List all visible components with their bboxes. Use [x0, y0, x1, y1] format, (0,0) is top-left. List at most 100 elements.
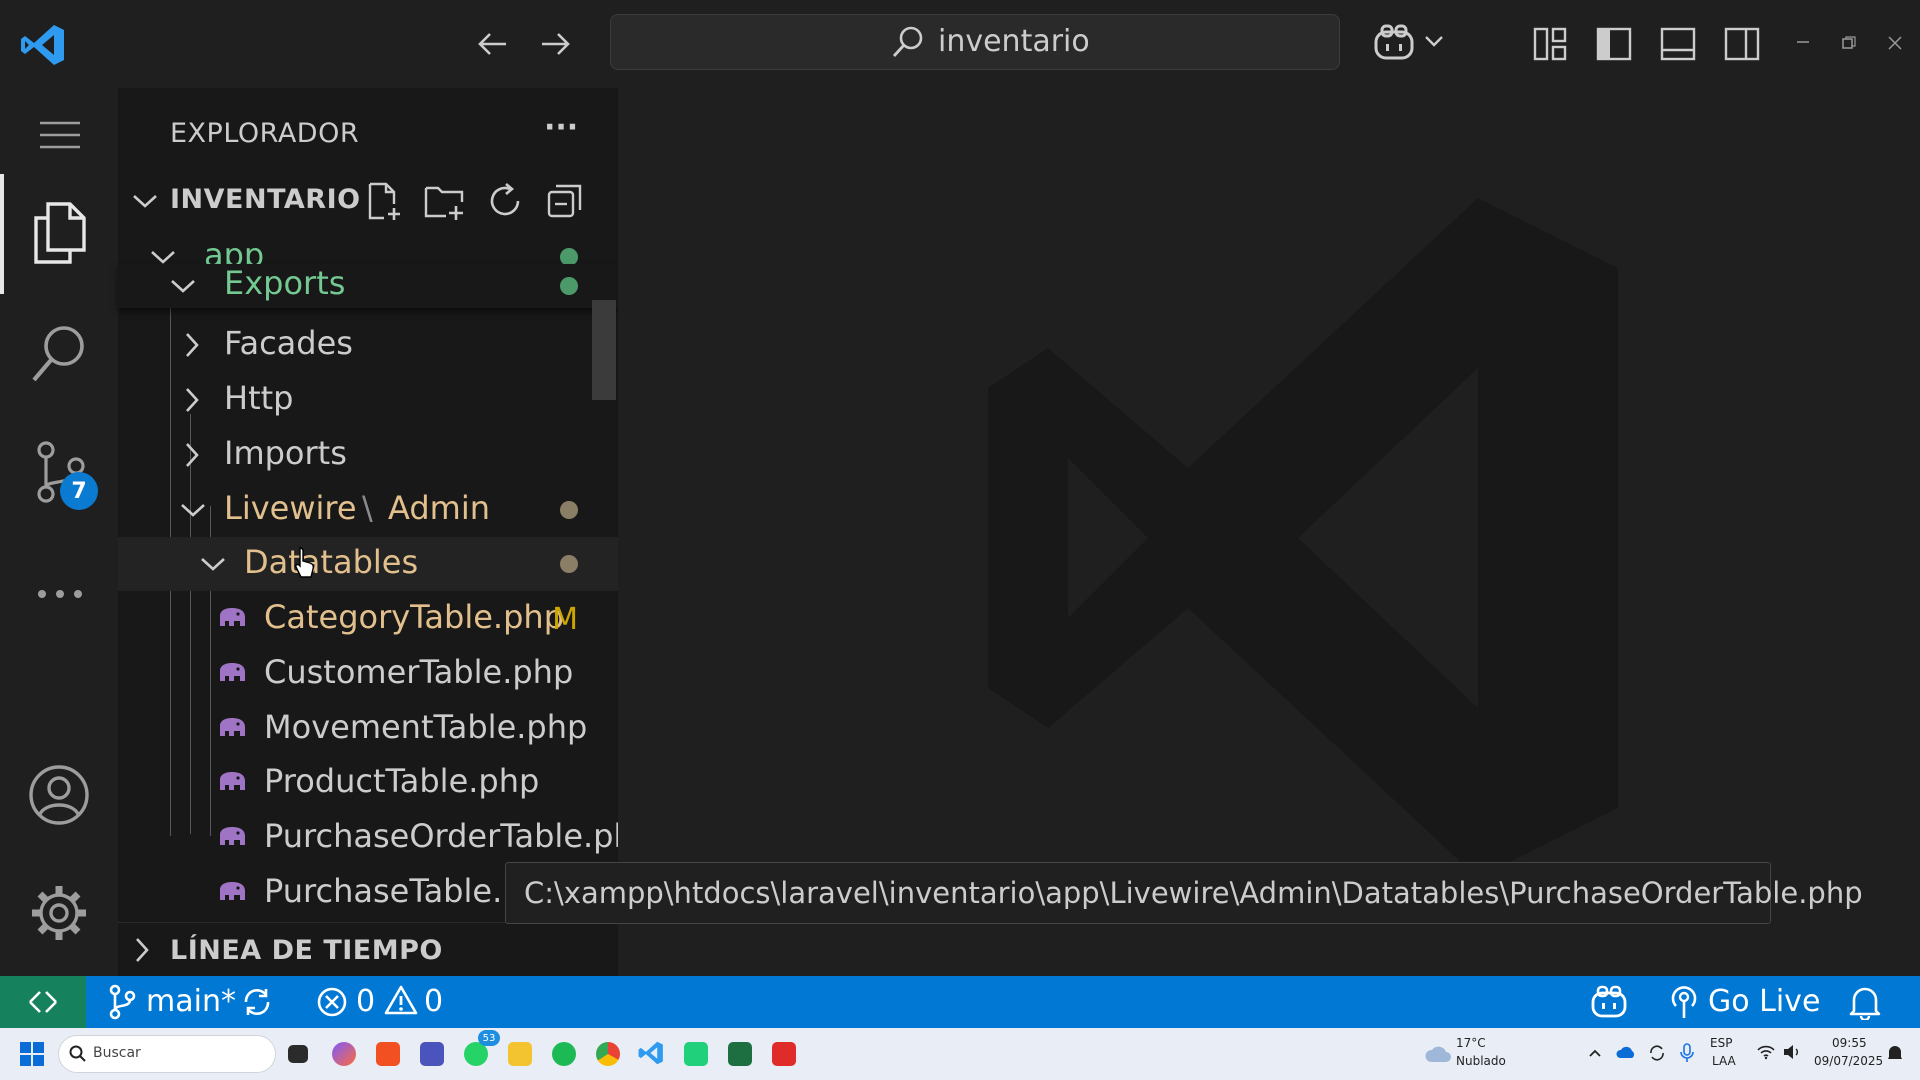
- spotify-icon[interactable]: [552, 1042, 576, 1066]
- sync-tray-icon[interactable]: [1648, 1044, 1666, 1062]
- weather-cloud-icon: [1424, 1044, 1452, 1064]
- broadcast-icon: [1668, 984, 1700, 1020]
- camtasia-icon[interactable]: [684, 1042, 708, 1066]
- toggle-secondary-sidebar-icon[interactable]: [1724, 26, 1760, 62]
- git-status-dot: [560, 555, 578, 573]
- chevron-right-icon: [184, 442, 200, 468]
- error-count[interactable]: 0: [356, 984, 375, 1019]
- chevron-up-icon[interactable]: [1588, 1048, 1602, 1058]
- status-bar: main* 0 0 Go Live: [0, 976, 1920, 1028]
- tree-file-row[interactable]: MovementTable.php: [118, 702, 618, 756]
- tree-folder-livewire-admin[interactable]: Livewire \ Admin: [118, 483, 618, 537]
- git-status-dot: [560, 277, 578, 295]
- toggle-panel-icon[interactable]: [1660, 26, 1696, 62]
- taskbar-search-placeholder: Buscar: [93, 1045, 141, 1061]
- taskbar-search-box[interactable]: Buscar: [58, 1035, 276, 1073]
- back-arrow-icon[interactable]: [474, 26, 510, 62]
- settings-gear-icon[interactable]: [28, 882, 90, 944]
- collapse-all-icon[interactable]: [546, 182, 584, 220]
- sync-icon[interactable]: [240, 986, 274, 1018]
- remote-indicator[interactable]: [0, 976, 86, 1028]
- vscode-logo-icon: [20, 22, 66, 68]
- new-file-icon[interactable]: [366, 182, 404, 222]
- php-elephant-icon: [216, 770, 248, 794]
- notification-center-icon[interactable]: [1886, 1044, 1904, 1062]
- chevron-right-icon: [134, 937, 150, 963]
- file-name: MovementTable.php: [264, 708, 588, 746]
- tree-file-row[interactable]: CustomerTable.php: [118, 647, 618, 701]
- tree-label: Facades: [224, 324, 353, 362]
- excel-icon[interactable]: [728, 1042, 752, 1066]
- forward-arrow-icon[interactable]: [538, 26, 574, 62]
- onedrive-icon[interactable]: [1616, 1044, 1636, 1060]
- tree-file-row[interactable]: ProductTable.php: [118, 756, 618, 810]
- php-elephant-icon: [216, 880, 248, 904]
- git-modified-badge: M: [552, 602, 578, 637]
- clock-time[interactable]: 09:55: [1832, 1036, 1867, 1050]
- editor-area: [618, 88, 1920, 976]
- tree-folder-datatables[interactable]: Datatables: [118, 537, 618, 591]
- minimize-icon[interactable]: [1796, 40, 1810, 44]
- windows-start-icon[interactable]: [20, 1042, 44, 1066]
- new-folder-icon[interactable]: [424, 182, 466, 222]
- office-app-icon[interactable]: [376, 1042, 400, 1066]
- language-indicator-top[interactable]: ESP: [1710, 1036, 1732, 1050]
- explorer-scrollbar[interactable]: [592, 300, 616, 400]
- file-explorer-icon[interactable]: [508, 1042, 532, 1066]
- wifi-icon[interactable]: [1756, 1044, 1776, 1060]
- clock-date: 09/07/2025: [1814, 1054, 1884, 1068]
- copilot-icon[interactable]: [1372, 22, 1416, 64]
- activity-bar: 7: [0, 88, 118, 976]
- tree-label: Imports: [224, 434, 347, 472]
- tree-folder-http[interactable]: Http: [118, 373, 618, 427]
- tree-label: Admin: [388, 489, 490, 527]
- git-status-dot: [560, 501, 578, 519]
- teams-icon[interactable]: [420, 1042, 444, 1066]
- remote-icon: [28, 988, 58, 1016]
- path-separator: \: [362, 489, 373, 527]
- go-live-button[interactable]: Go Live: [1708, 984, 1820, 1019]
- tree-folder-imports[interactable]: Imports: [118, 428, 618, 482]
- customize-layout-icon[interactable]: [1532, 26, 1568, 62]
- copilot-status-icon[interactable]: [1590, 984, 1628, 1020]
- php-elephant-icon: [216, 716, 248, 740]
- tree-file-row[interactable]: CategoryTable.php M: [118, 592, 618, 646]
- source-control-badge: 7: [60, 472, 98, 510]
- accounts-icon[interactable]: [28, 764, 90, 826]
- timeline-section-header[interactable]: LÍNEA DE TIEMPO: [118, 922, 618, 977]
- search-view-icon[interactable]: [30, 322, 90, 386]
- copilot-app-icon[interactable]: [332, 1042, 356, 1066]
- explorer-files-icon[interactable]: [30, 200, 88, 266]
- task-view-icon[interactable]: [288, 1045, 308, 1063]
- recorder-app-icon[interactable]: [772, 1042, 796, 1066]
- tree-label: Exports: [224, 264, 346, 302]
- menu-icon[interactable]: [38, 120, 82, 150]
- branch-name[interactable]: main*: [146, 984, 236, 1019]
- tree-file-row[interactable]: PurchaseOrderTable.php: [118, 811, 654, 865]
- warning-count[interactable]: 0: [424, 984, 443, 1019]
- tree-label: Datatables: [244, 543, 419, 581]
- notifications-bell-icon[interactable]: [1848, 984, 1882, 1020]
- tree-folder-exports[interactable]: Exports: [118, 264, 618, 308]
- warning-icon: [384, 984, 418, 1016]
- weather-temp[interactable]: 17°C: [1456, 1036, 1486, 1050]
- explorer-header: EXPLORADOR: [170, 118, 360, 149]
- workspace-root-row[interactable]: INVENTARIO: [118, 174, 618, 228]
- chevron-down-icon: [180, 502, 206, 518]
- search-text: inventario: [938, 24, 1090, 59]
- explorer-sidebar: EXPLORADOR ··· INVENTARIO app Exports Fa…: [118, 88, 654, 977]
- refresh-icon[interactable]: [486, 182, 524, 220]
- vscode-taskbar-icon[interactable]: [638, 1040, 664, 1066]
- search-icon: [69, 1045, 87, 1063]
- close-icon[interactable]: [1888, 36, 1902, 50]
- restore-icon[interactable]: [1842, 36, 1856, 50]
- more-views-icon[interactable]: [36, 588, 84, 600]
- chrome-icon[interactable]: [596, 1042, 620, 1066]
- toggle-primary-sidebar-icon[interactable]: [1596, 26, 1632, 62]
- file-name: PurchaseTable.ph: [264, 872, 543, 910]
- chevron-down-icon[interactable]: [1424, 34, 1444, 48]
- explorer-more-actions[interactable]: ···: [544, 110, 578, 145]
- microphone-icon[interactable]: [1680, 1042, 1694, 1064]
- volume-icon[interactable]: [1782, 1044, 1802, 1060]
- tree-folder-facades[interactable]: Facades: [118, 318, 618, 372]
